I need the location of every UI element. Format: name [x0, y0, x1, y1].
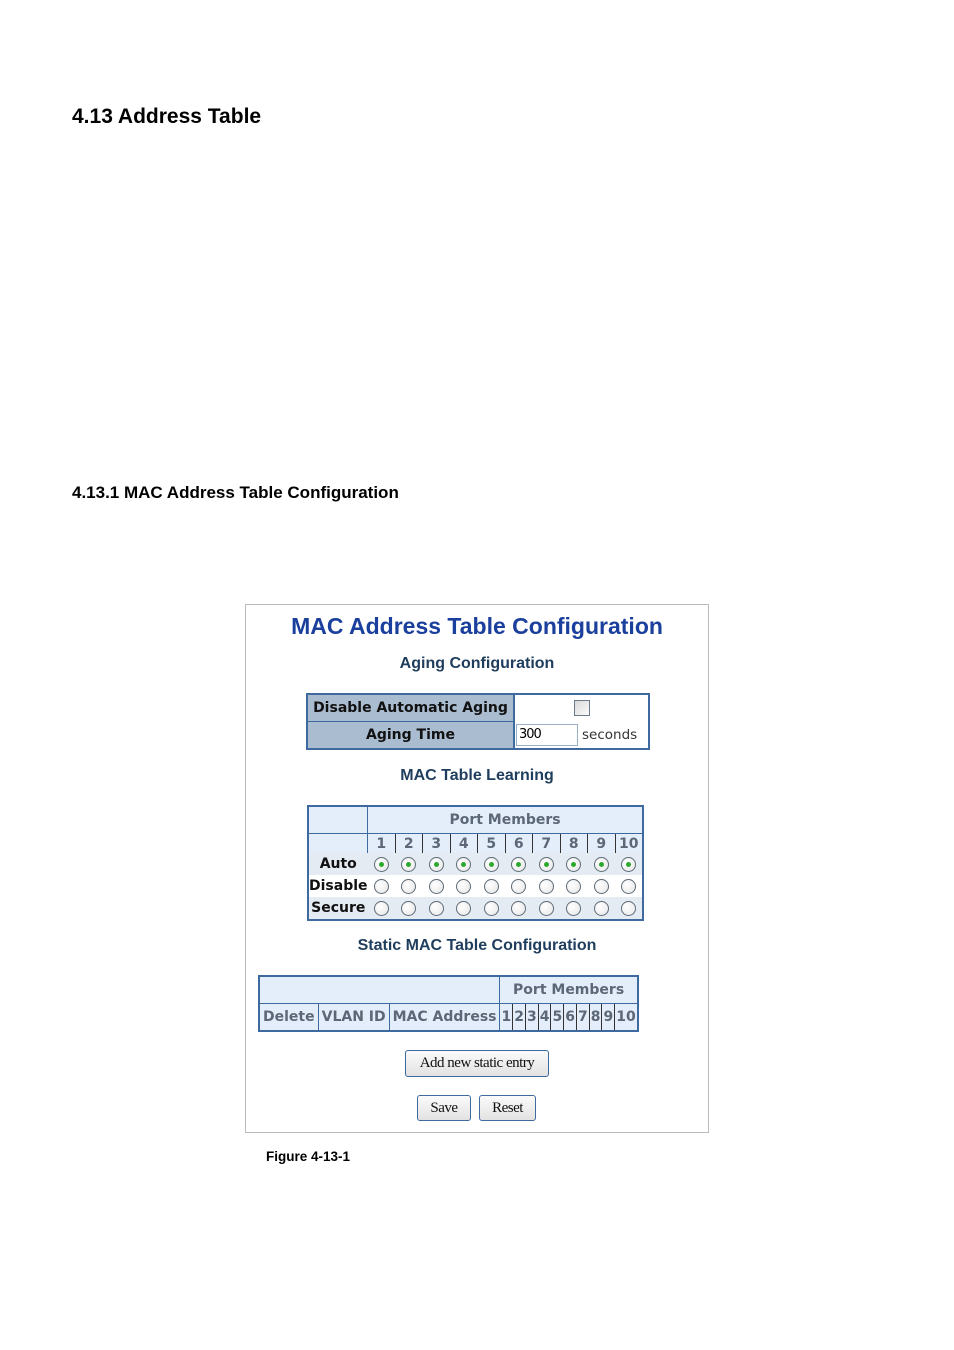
disable-aging-checkbox[interactable] [573, 700, 590, 717]
learning-radio-auto-port-3[interactable] [428, 856, 444, 872]
add-static-entry-button[interactable]: Add new static entry [405, 1050, 549, 1077]
learning-radio-secure-port-2[interactable] [401, 900, 417, 916]
learning-radio-secure-port-9[interactable] [593, 900, 609, 916]
learning-radio-disable-port-10[interactable] [621, 878, 637, 894]
learning-radio-disable-port-9[interactable] [593, 878, 609, 894]
static-blank-header [259, 976, 500, 1004]
reset-button[interactable]: Reset [479, 1095, 536, 1121]
learning-radio-auto-port-2[interactable] [401, 856, 417, 872]
port-number-header: 7 [532, 833, 561, 853]
learning-radio-secure-port-10[interactable] [621, 900, 637, 916]
static-heading: Static MAC Table Configuration [357, 937, 597, 954]
learning-heading: MAC Table Learning [400, 767, 554, 784]
port-number-header: 1 [367, 833, 396, 853]
learning-radio-secure-port-4[interactable] [456, 900, 472, 916]
port-members-header: Port Members [367, 806, 644, 834]
aging-time-label: Aging Time [307, 721, 515, 749]
static-port-members-header: Port Members [499, 976, 638, 1004]
learning-radio-disable-port-8[interactable] [566, 878, 582, 894]
learning-radio-auto-port-5[interactable] [483, 856, 499, 872]
learning-radio-auto-port-10[interactable] [621, 856, 637, 872]
learning-radio-secure-port-1[interactable] [373, 900, 389, 916]
learning-radio-auto-port-8[interactable] [566, 856, 582, 872]
static-port-number-header: 2 [512, 1003, 526, 1031]
col-vlan-id: VLAN ID [317, 1003, 390, 1031]
learning-radio-disable-port-1[interactable] [373, 878, 389, 894]
subsection-heading: 4.13.1 MAC Address Table Configuration [72, 483, 399, 502]
static-port-number-header: 9 [601, 1003, 615, 1031]
learning-radio-disable-port-2[interactable] [401, 878, 417, 894]
learning-table: Port Members 1 2 3 4 5 6 7 8 9 10 Auto Disable Secu… [307, 805, 645, 921]
save-button[interactable]: Save [417, 1095, 471, 1121]
static-table: Port Members Delete VLAN ID MAC Address … [258, 975, 639, 1032]
learning-radio-secure-port-6[interactable] [511, 900, 527, 916]
static-port-number-header: 8 [588, 1003, 602, 1031]
learning-radio-auto-port-4[interactable] [456, 856, 472, 872]
aging-heading: Aging Configuration [399, 655, 555, 672]
learning-radio-secure-port-5[interactable] [483, 900, 499, 916]
port-number-header: 5 [477, 833, 506, 853]
learning-radio-auto-port-9[interactable] [593, 856, 609, 872]
port-number-header: 4 [449, 833, 478, 853]
learning-mode-row: Auto [308, 853, 644, 875]
port-number-header: 8 [559, 833, 588, 853]
figure-caption: Figure 4-13-1 [266, 1149, 351, 1164]
static-port-number-header: 4 [537, 1003, 551, 1031]
disable-aging-label: Disable Automatic Aging [307, 694, 515, 722]
static-port-number-header: 10 [614, 1003, 638, 1031]
learning-radio-disable-port-5[interactable] [483, 878, 499, 894]
port-number-header: 6 [504, 833, 533, 853]
static-port-number-header: 7 [575, 1003, 590, 1031]
static-port-number-header: 6 [563, 1003, 577, 1031]
learning-radio-secure-port-7[interactable] [538, 900, 554, 916]
learning-radio-disable-port-3[interactable] [428, 878, 444, 894]
learning-radio-disable-port-7[interactable] [538, 878, 554, 894]
learning-mode-label: Auto [308, 853, 368, 875]
port-number-header: 3 [422, 833, 451, 853]
col-delete: Delete [259, 1003, 319, 1031]
static-port-number-header: 1 [499, 1003, 513, 1031]
port-number-header: 2 [394, 833, 423, 853]
corner-cell [308, 833, 369, 853]
panel-title: MAC Address Table Configuration [291, 613, 663, 639]
learning-mode-row: Disable [308, 875, 644, 897]
aging-time-input[interactable] [516, 723, 578, 746]
aging-time-unit: seconds [582, 726, 638, 743]
learning-mode-label: Secure [308, 897, 368, 920]
learning-mode-label: Disable [308, 875, 368, 897]
learning-radio-auto-port-1[interactable] [373, 856, 389, 872]
section-heading: 4.13 Address Table [72, 105, 262, 128]
col-mac-address: MAC Address [388, 1003, 500, 1031]
mac-config-panel: MAC Address Table Configuration Aging Co… [245, 604, 709, 1133]
static-port-number-header: 3 [524, 1003, 539, 1031]
learning-radio-secure-port-8[interactable] [566, 900, 582, 916]
learning-radio-auto-port-6[interactable] [511, 856, 527, 872]
learning-radio-disable-port-4[interactable] [456, 878, 472, 894]
learning-radio-auto-port-7[interactable] [538, 856, 554, 872]
learning-radio-secure-port-3[interactable] [428, 900, 444, 916]
learning-mode-row: Secure [308, 897, 644, 920]
corner-cell [308, 806, 369, 834]
static-port-number-header: 5 [550, 1003, 564, 1031]
port-number-header: 10 [614, 833, 644, 853]
aging-table: Disable Automatic Aging Aging Time secon… [306, 693, 650, 750]
learning-radio-disable-port-6[interactable] [511, 878, 527, 894]
port-number-header: 9 [587, 833, 616, 853]
